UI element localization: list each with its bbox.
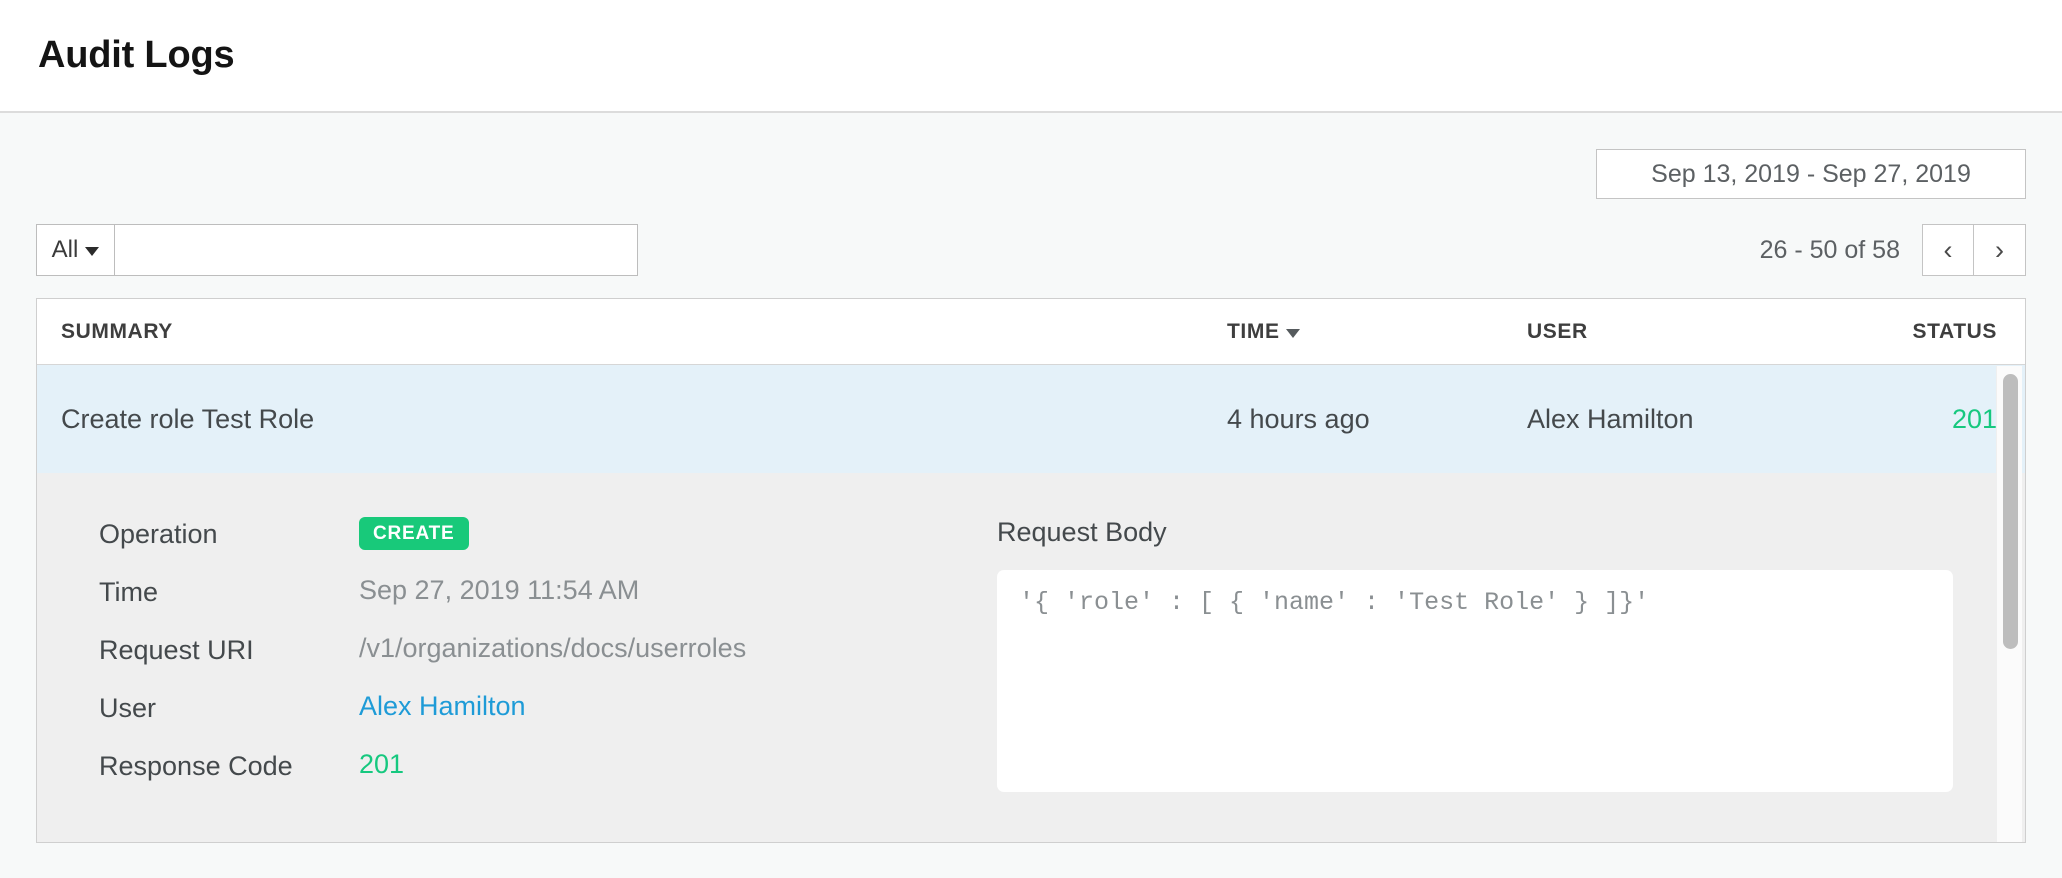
column-header-time-label: TIME (1227, 320, 1280, 344)
detail-row-time: Time Sep 27, 2019 11:54 AM (99, 575, 997, 613)
detail-row-operation: Operation CREATE (99, 517, 997, 555)
detail-row-request-uri: Request URI /v1/organizations/docs/userr… (99, 633, 997, 671)
search-group: All (36, 224, 638, 276)
request-body-content: '{ 'role' : [ { 'name' : 'Test Role' } ]… (997, 570, 1953, 792)
column-header-time[interactable]: TIME (1227, 320, 1527, 344)
detail-label-user: User (99, 691, 359, 724)
row-summary: Create role Test Role (61, 404, 1227, 435)
pagination-range-label: 26 - 50 of 58 (1760, 236, 1900, 265)
detail-label-request-uri: Request URI (99, 633, 359, 666)
table-row[interactable]: Create role Test Role 4 hours ago Alex H… (37, 365, 2025, 473)
request-body-label: Request Body (997, 517, 1953, 548)
table-scrollbar-thumb[interactable] (2003, 374, 2018, 649)
detail-value-request-uri: /v1/organizations/docs/userroles (359, 633, 746, 664)
date-range-row: Sep 13, 2019 - Sep 27, 2019 (36, 113, 2026, 199)
detail-value-time: Sep 27, 2019 11:54 AM (359, 575, 639, 606)
detail-label-operation: Operation (99, 517, 359, 550)
request-body-section: Request Body '{ 'role' : [ { 'name' : 'T… (997, 517, 2025, 803)
page-header: Audit Logs (0, 0, 2062, 113)
detail-fields: Operation CREATE Time Sep 27, 2019 11:54… (37, 517, 997, 803)
status-badge: CREATE (359, 517, 469, 550)
detail-label-response-code: Response Code (99, 749, 359, 782)
audit-log-table: SUMMARY TIME USER STATUS Create role Tes… (36, 298, 2026, 843)
pagination: 26 - 50 of 58 ‹ › (1760, 224, 2026, 276)
detail-row-response-code: Response Code 201 (99, 749, 997, 787)
sort-descending-icon (1286, 329, 1300, 338)
column-header-summary[interactable]: SUMMARY (61, 320, 1227, 344)
table-scrollbar-track[interactable] (1996, 366, 2022, 842)
filter-dropdown-label: All (52, 236, 79, 264)
content-area: Sep 13, 2019 - Sep 27, 2019 All 26 - 50 … (0, 113, 2062, 878)
controls-row: All 26 - 50 of 58 ‹ › (36, 224, 2026, 276)
detail-value-user-link[interactable]: Alex Hamilton (359, 691, 526, 722)
pagination-buttons: ‹ › (1922, 224, 2026, 276)
row-user: Alex Hamilton (1527, 404, 1827, 435)
filter-dropdown[interactable]: All (37, 225, 115, 275)
chevron-down-icon (85, 247, 99, 256)
next-page-button[interactable]: › (1974, 224, 2026, 276)
page-title: Audit Logs (38, 34, 234, 77)
column-header-status[interactable]: STATUS (1827, 320, 1997, 344)
column-header-user[interactable]: USER (1527, 320, 1827, 344)
search-input[interactable] (115, 225, 637, 275)
row-detail-panel: Operation CREATE Time Sep 27, 2019 11:54… (37, 473, 2025, 843)
table-header-row: SUMMARY TIME USER STATUS (37, 299, 2025, 365)
detail-label-time: Time (99, 575, 359, 608)
row-time: 4 hours ago (1227, 404, 1527, 435)
previous-page-button[interactable]: ‹ (1922, 224, 1974, 276)
detail-value-response-code: 201 (359, 749, 404, 780)
detail-row-user: User Alex Hamilton (99, 691, 997, 729)
row-status: 201 (1827, 404, 1997, 435)
date-range-picker[interactable]: Sep 13, 2019 - Sep 27, 2019 (1596, 149, 2026, 199)
